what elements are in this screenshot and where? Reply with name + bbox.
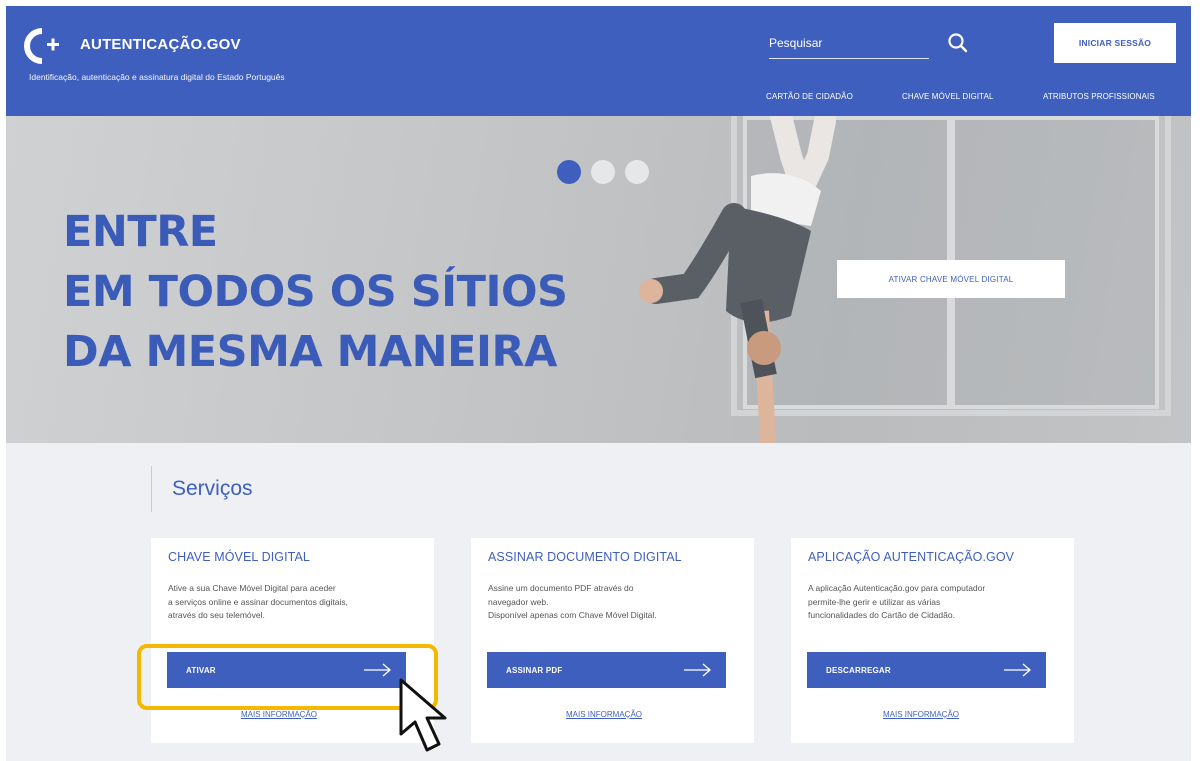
assinar-pdf-button[interactable]: ASSINAR PDF <box>487 652 726 688</box>
services-heading: Serviços <box>151 466 253 512</box>
more-info-link[interactable]: MAIS INFORMAÇÃO <box>883 710 959 719</box>
more-info-link[interactable]: MAIS INFORMAÇÃO <box>241 710 317 719</box>
carousel-dot-1[interactable] <box>557 160 581 184</box>
card-description: Assine um documento PDF através do naveg… <box>488 583 657 620</box>
mouse-pointer-icon <box>399 678 447 752</box>
site-header: AUTENTICAÇÃO.GOV Identificação, autentic… <box>6 6 1191 116</box>
card-title: APLICAÇÃO AUTENTICAÇÃO.GOV <box>808 550 1015 564</box>
descarregar-button[interactable]: DESCARREGAR <box>807 652 1046 688</box>
hero-heading-line-1: ENTRE <box>63 207 218 257</box>
hero-heading-line-2: EM TODOS OS SÍTIOS <box>63 267 568 317</box>
hero-activate-button[interactable]: ATIVAR CHAVE MÓVEL DIGITAL <box>837 260 1065 298</box>
nav-chave-movel-digital[interactable]: CHAVE MÓVEL DIGITAL <box>902 92 994 101</box>
service-card-chave-movel: CHAVE MÓVEL DIGITAL Ative a sua Chave Mó… <box>151 538 434 743</box>
search-input[interactable] <box>769 28 929 59</box>
brand-name[interactable]: AUTENTICAÇÃO.GOV <box>80 36 241 53</box>
service-card-aplicacao: APLICAÇÃO AUTENTICAÇÃO.GOV A aplicação A… <box>791 538 1074 743</box>
hero-heading: ENTRE EM TODOS OS SÍTIOS DA MESMA MANEIR… <box>63 202 568 382</box>
page: AUTENTICAÇÃO.GOV Identificação, autentic… <box>6 6 1191 761</box>
button-label: ASSINAR PDF <box>506 666 563 675</box>
nav-cartao-cidadao[interactable]: CARTÃO DE CIDADÃO <box>766 92 853 101</box>
highlight-box <box>137 644 438 710</box>
nav-atributos-profissionais[interactable]: ATRIBUTOS PROFISSIONAIS <box>1043 92 1155 101</box>
card-title: ASSINAR DOCUMENTO DIGITAL <box>488 550 682 564</box>
arrow-right-icon <box>1004 663 1031 677</box>
carousel-dot-3[interactable] <box>625 160 649 184</box>
login-button[interactable]: INICIAR SESSÃO <box>1054 23 1176 63</box>
carousel-dot-2[interactable] <box>591 160 615 184</box>
search-icon[interactable] <box>945 30 971 56</box>
brand-tagline: Identificação, autenticação e assinatura… <box>29 72 285 82</box>
carousel-dots <box>557 160 649 184</box>
button-label: DESCARREGAR <box>826 666 891 675</box>
card-description: A aplicação Autenticação.gov para comput… <box>808 583 986 620</box>
autenticacao-logo-icon[interactable] <box>24 28 64 64</box>
arrow-right-icon <box>684 663 711 677</box>
service-card-assinar: ASSINAR DOCUMENTO DIGITAL Assine um docu… <box>471 538 754 743</box>
card-title: CHAVE MÓVEL DIGITAL <box>168 550 310 564</box>
more-info-link[interactable]: MAIS INFORMAÇÃO <box>566 710 642 719</box>
hero-heading-line-3: DA MESMA MANEIRA <box>63 327 557 377</box>
search-bar <box>769 28 981 64</box>
card-description: Ative a sua Chave Móvel Digital para ace… <box>168 583 349 620</box>
hero-carousel: ENTRE EM TODOS OS SÍTIOS DA MESMA MANEIR… <box>6 116 1191 443</box>
